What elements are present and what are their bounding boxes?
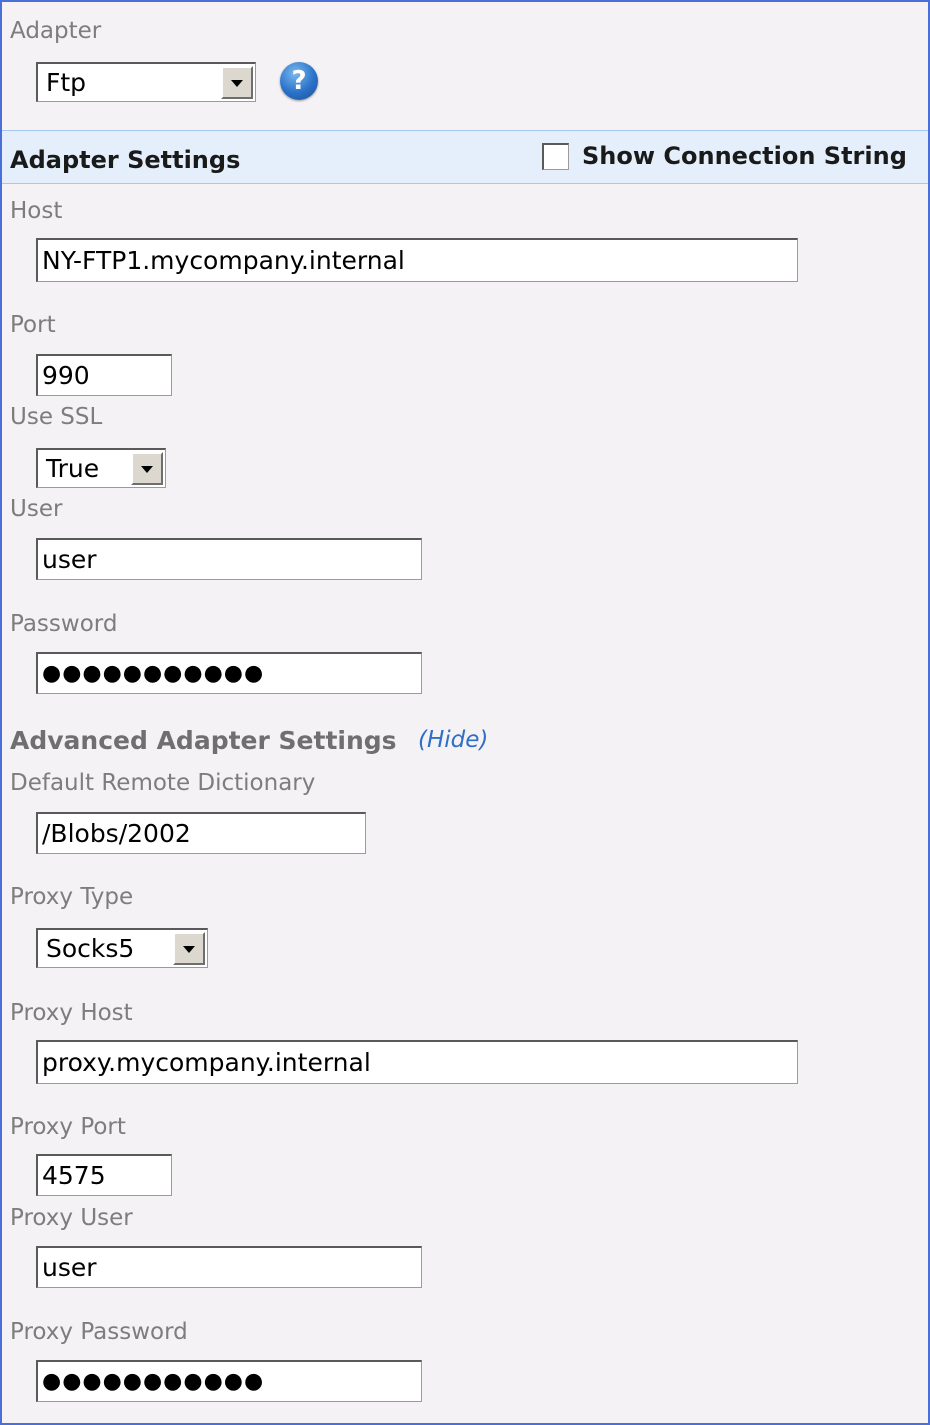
default-remote-dictionary-label: Default Remote Dictionary — [10, 770, 316, 796]
proxy-type-label: Proxy Type — [10, 884, 134, 910]
adapter-config-panel: Adapter Ftp ? Adapter Settings Show Conn… — [0, 0, 930, 1425]
show-connection-string-checkbox[interactable] — [542, 143, 569, 170]
password-label: Password — [10, 611, 118, 637]
proxy-host-field-box — [36, 1040, 798, 1084]
proxy-port-input[interactable] — [38, 1156, 171, 1195]
proxy-password-label: Proxy Password — [10, 1319, 188, 1345]
adapter-label: Adapter — [10, 18, 102, 44]
proxy-type-select-value: Socks5 — [46, 934, 135, 963]
proxy-host-label: Proxy Host — [10, 1000, 133, 1026]
adapter-select-value: Ftp — [46, 68, 87, 97]
proxy-user-field-box — [36, 1246, 422, 1288]
port-input[interactable] — [38, 356, 171, 395]
default-remote-dictionary-input[interactable] — [38, 814, 365, 853]
use-ssl-select[interactable]: True — [36, 448, 166, 488]
proxy-host-input[interactable] — [38, 1042, 797, 1083]
chevron-down-icon[interactable] — [221, 66, 253, 99]
advanced-settings-title: Advanced Adapter Settings — [10, 726, 397, 755]
proxy-password-field-box — [36, 1360, 422, 1402]
chevron-down-icon[interactable] — [173, 932, 205, 965]
proxy-password-input[interactable] — [38, 1362, 421, 1401]
password-input[interactable] — [38, 654, 421, 693]
adapter-select[interactable]: Ftp — [36, 62, 256, 102]
hide-advanced-link[interactable]: (Hide) — [418, 727, 488, 753]
host-input[interactable] — [38, 240, 797, 281]
show-connection-string-label[interactable]: Show Connection String — [582, 142, 907, 170]
host-label: Host — [10, 198, 63, 224]
use-ssl-label: Use SSL — [10, 404, 103, 430]
proxy-user-input[interactable] — [38, 1248, 421, 1287]
chevron-down-icon[interactable] — [131, 452, 163, 485]
adapter-settings-header: Adapter Settings Show Connection String — [2, 130, 928, 184]
use-ssl-select-value: True — [46, 454, 100, 483]
proxy-port-field-box — [36, 1154, 172, 1196]
adapter-settings-title: Adapter Settings — [10, 146, 241, 174]
host-field-box — [36, 238, 798, 282]
question-mark-icon[interactable]: ? — [280, 62, 318, 100]
user-field-box — [36, 538, 422, 580]
password-field-box — [36, 652, 422, 694]
port-label: Port — [10, 312, 56, 338]
proxy-user-label: Proxy User — [10, 1205, 133, 1231]
port-field-box — [36, 354, 172, 396]
user-label: User — [10, 496, 63, 522]
proxy-port-label: Proxy Port — [10, 1114, 126, 1140]
proxy-type-select[interactable]: Socks5 — [36, 928, 208, 968]
user-input[interactable] — [38, 540, 421, 579]
default-remote-dictionary-field-box — [36, 812, 366, 854]
